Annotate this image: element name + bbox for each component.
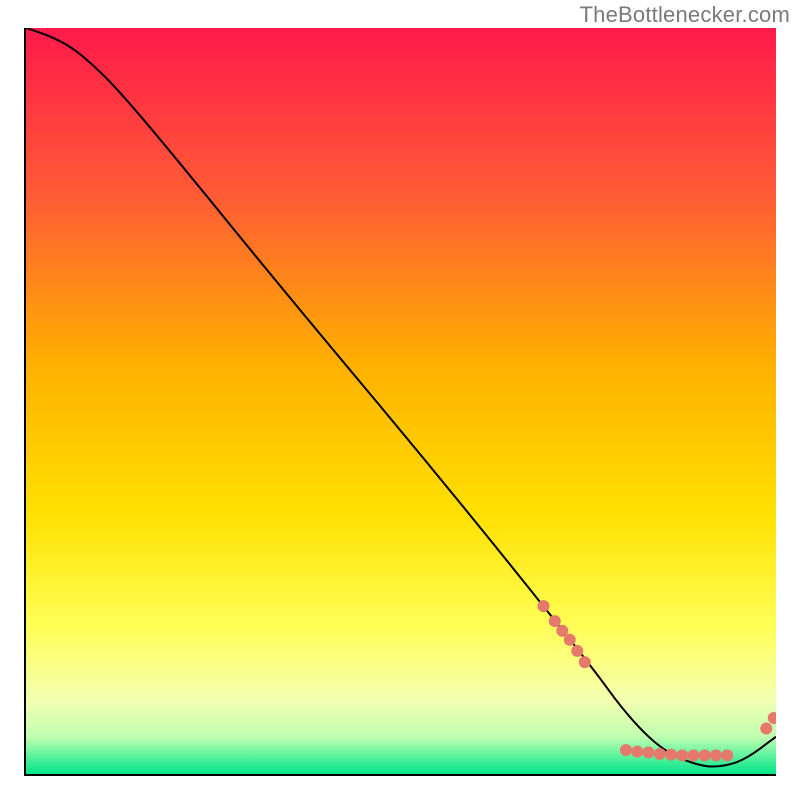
data-point xyxy=(768,712,776,724)
data-point xyxy=(631,746,643,758)
data-point xyxy=(620,744,632,756)
data-point xyxy=(571,645,583,657)
data-point xyxy=(760,722,772,734)
data-point xyxy=(676,749,688,761)
data-point xyxy=(721,749,733,761)
data-point xyxy=(710,749,722,761)
data-point xyxy=(564,634,576,646)
data-point xyxy=(579,656,591,668)
data-point xyxy=(643,746,655,758)
data-point xyxy=(549,615,561,627)
data-point xyxy=(654,748,666,760)
data-point xyxy=(699,749,711,761)
watermark-text: TheBottlenecker.com xyxy=(580,2,790,28)
data-point xyxy=(688,749,700,761)
data-point xyxy=(538,600,550,612)
chart-scatter-points xyxy=(26,28,776,774)
data-point xyxy=(665,749,677,761)
